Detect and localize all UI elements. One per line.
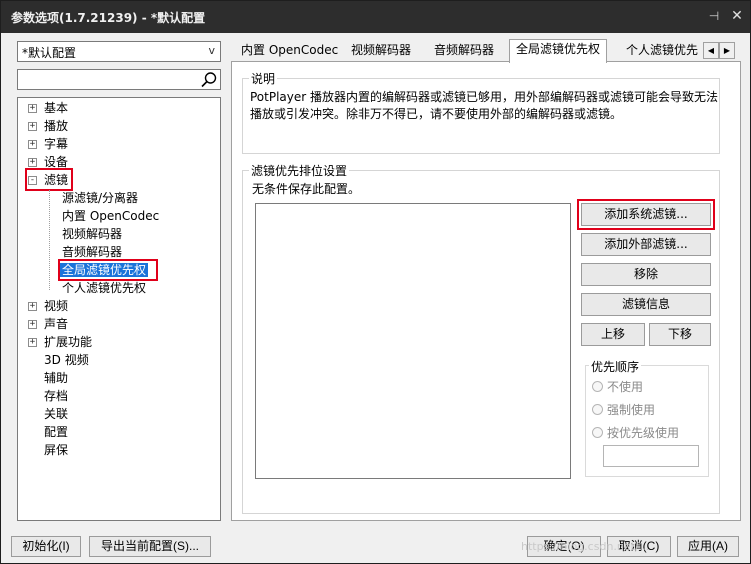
profile-combobox[interactable]: *默认配置 v	[17, 41, 221, 62]
radio-circle	[592, 381, 603, 392]
tab-audio-decoder[interactable]: 音频解码器	[428, 41, 500, 62]
tree-item-playback[interactable]: + 播放	[18, 117, 218, 135]
radio-by-priority[interactable]: 按优先级使用	[592, 424, 679, 441]
expand-icon[interactable]: +	[28, 320, 37, 329]
tree-item-builtin-opencodec[interactable]: 内置 OpenCodec	[62, 207, 159, 225]
tree-item-3d-video[interactable]: 3D 视频	[44, 351, 89, 369]
move-down-button[interactable]: 下移	[649, 323, 711, 346]
pin-icon[interactable]: ⊣	[707, 9, 721, 23]
tree-item-label: 关联	[44, 407, 69, 421]
tree-item-extensions[interactable]: + 扩展功能	[18, 333, 218, 351]
highlight-box-filters	[25, 168, 73, 191]
tree-item-label: 个人滤镜优先权	[62, 281, 147, 295]
tree-item-association[interactable]: 关联	[44, 405, 68, 423]
tree-item-label: 声音	[44, 317, 69, 331]
tree-item-label: 字幕	[44, 137, 69, 151]
tab-personal-filter-priority[interactable]: 个人滤镜优先	[620, 41, 704, 62]
description-text: PotPlayer 播放器内置的编解码器或滤镜已够用，用外部编解码器或滤镜可能会…	[250, 90, 719, 121]
tree-item-label: 存档	[44, 389, 69, 403]
radio-force[interactable]: 强制使用	[592, 401, 655, 418]
highlight-box-add-system	[577, 199, 715, 230]
window-title: 参数选项(1.7.21239) - *默认配置	[11, 11, 206, 25]
tree-item-audio[interactable]: + 声音	[18, 315, 218, 333]
tree-item-config[interactable]: 配置	[44, 423, 68, 441]
tree-item-video-decoder[interactable]: 视频解码器	[62, 225, 122, 243]
priority-value-input[interactable]	[603, 445, 699, 467]
tree-item-screensaver[interactable]: 屏保	[44, 441, 68, 459]
export-config-button[interactable]: 导出当前配置(S)...	[89, 536, 211, 557]
expand-icon[interactable]: +	[28, 104, 37, 113]
move-up-button[interactable]: 上移	[581, 323, 645, 346]
tree-item-label: 视频解码器	[62, 227, 123, 241]
expand-icon[interactable]: +	[28, 302, 37, 311]
radio-circle	[592, 427, 603, 438]
tab-scroll-left-icon[interactable]: ◀	[703, 42, 719, 59]
settings-tree[interactable]: + 基本 + 播放 + 字幕 + 设备 - 滤镜 源滤镜/分离器 内置 Open…	[17, 97, 221, 521]
tree-item-archive[interactable]: 存档	[44, 387, 68, 405]
profile-combobox-value: *默认配置	[22, 46, 77, 60]
tree-item-label: 源滤镜/分离器	[62, 191, 139, 205]
tab-builtin-opencodec[interactable]: 内置 OpenCodec	[235, 41, 344, 62]
title-bar[interactable]: 参数选项(1.7.21239) - *默认配置 ⊣ ✕	[1, 1, 750, 33]
close-icon[interactable]: ✕	[729, 8, 745, 24]
search-input[interactable]	[17, 69, 221, 90]
priority-settings-title: 滤镜优先排位设置	[249, 162, 350, 179]
add-external-filter-button[interactable]: 添加外部滤镜...	[581, 233, 711, 256]
priority-order-title: 优先顺序	[589, 358, 642, 375]
tree-item-assist[interactable]: 辅助	[44, 369, 68, 387]
description-title: 说明	[249, 70, 278, 87]
expand-icon[interactable]: +	[28, 122, 37, 131]
radio-label: 强制使用	[607, 403, 656, 417]
search-icon[interactable]	[200, 71, 218, 89]
tab-global-filter-priority[interactable]: 全局滤镜优先权	[509, 39, 608, 63]
tab-video-decoder[interactable]: 视频解码器	[345, 41, 417, 62]
tree-item-label: 播放	[44, 119, 69, 133]
save-note: 无条件保存此配置。	[252, 182, 361, 196]
tree-item-label: 视频	[44, 299, 69, 313]
preferences-window: 参数选项(1.7.21239) - *默认配置 ⊣ ✕ *默认配置 v + 基本…	[0, 0, 751, 564]
tab-strip: 内置 OpenCodec 视频解码器 音频解码器 全局滤镜优先权 个人滤镜优先 …	[231, 39, 741, 63]
tree-item-video[interactable]: + 视频	[18, 297, 218, 315]
filter-info-button[interactable]: 滤镜信息	[581, 293, 711, 316]
tree-item-label: 3D 视频	[44, 353, 89, 367]
tree-item-label: 扩展功能	[44, 335, 93, 349]
radio-label: 不使用	[607, 380, 644, 394]
remove-button[interactable]: 移除	[581, 263, 711, 286]
radio-label: 按优先级使用	[607, 426, 680, 440]
filter-list[interactable]	[255, 203, 571, 479]
chevron-down-icon[interactable]: v	[208, 44, 215, 57]
tree-item-basic[interactable]: + 基本	[18, 99, 218, 117]
tree-item-label: 辅助	[44, 371, 69, 385]
expand-icon[interactable]: +	[28, 140, 37, 149]
tree-item-label: 屏保	[44, 443, 69, 457]
tree-item-label: 内置 OpenCodec	[62, 209, 160, 223]
initialize-button[interactable]: 初始化(I)	[11, 536, 81, 557]
tree-item-label: 配置	[44, 425, 69, 439]
tree-item-personal-filter-priority[interactable]: 个人滤镜优先权	[62, 279, 146, 297]
tree-item-label: 音频解码器	[62, 245, 123, 259]
expand-icon[interactable]: +	[28, 338, 37, 347]
radio-disable[interactable]: 不使用	[592, 378, 643, 395]
radio-circle	[592, 404, 603, 415]
apply-button[interactable]: 应用(A)	[677, 536, 739, 557]
expand-icon[interactable]: +	[28, 158, 37, 167]
tree-item-source-splitter[interactable]: 源滤镜/分离器	[62, 189, 138, 207]
tree-item-label: 基本	[44, 101, 69, 115]
tab-scroll-right-icon[interactable]: ▶	[719, 42, 735, 59]
watermark-text: https://blog.csdn.net/...	[521, 540, 650, 553]
highlight-box-global-priority	[58, 259, 158, 281]
tree-item-subtitles[interactable]: + 字幕	[18, 135, 218, 153]
tree-guide-line	[49, 190, 50, 290]
